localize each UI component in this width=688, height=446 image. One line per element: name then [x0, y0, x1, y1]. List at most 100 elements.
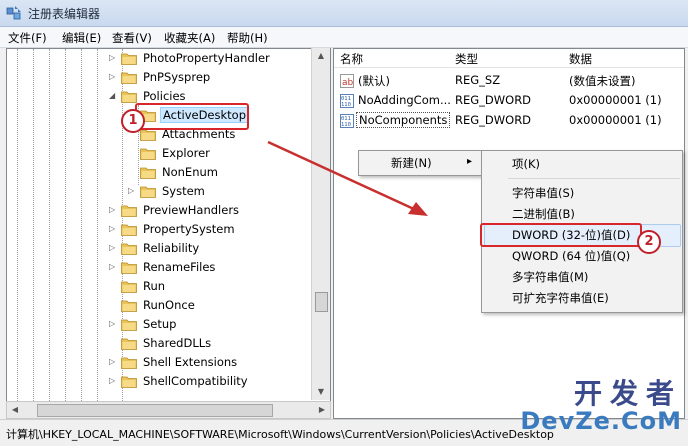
menu-item-new-label: 新建(N) — [391, 156, 432, 170]
tree-item-label: Reliability — [143, 241, 200, 255]
value-data: 0x00000001 (1) — [569, 113, 662, 127]
scroll-left-icon[interactable]: ◀ — [7, 402, 23, 418]
scroll-right-icon[interactable]: ▶ — [314, 402, 330, 418]
tree-expander-icon[interactable]: ▷ — [109, 243, 119, 253]
tree-item-label: PnPSysprep — [143, 70, 211, 84]
tree-item-label: Explorer — [162, 146, 210, 160]
step1-highlight-box — [135, 103, 249, 130]
tree-item-label: Policies — [143, 89, 186, 103]
submenu-arrow-icon: ▸ — [467, 156, 473, 167]
regedit-icon — [6, 6, 21, 20]
folder-icon — [121, 262, 137, 274]
menu-file[interactable]: 文件(F) — [8, 30, 47, 46]
value-type: REG_DWORD — [455, 93, 532, 107]
tree-item-label: NonEnum — [162, 165, 218, 179]
title-bar: 注册表编辑器 — [0, 0, 688, 27]
scroll-up-icon[interactable]: ▲ — [312, 48, 330, 64]
svg-text:110: 110 — [341, 122, 351, 128]
value-name: (默认) — [358, 74, 390, 88]
tree-expander-icon[interactable]: ◢ — [109, 91, 119, 101]
tree-expander-icon[interactable]: ▷ — [128, 186, 138, 196]
column-header-name[interactable]: 名称 — [340, 51, 363, 67]
binary-value-icon: 011 110 — [340, 94, 354, 108]
submenu-item-string[interactable]: 字符串值(S) — [482, 182, 682, 203]
tree-item-label: PhotoPropertyHandler — [143, 51, 270, 65]
submenu-item-key[interactable]: 项(K) — [482, 153, 682, 174]
menu-view[interactable]: 查看(V) — [112, 30, 152, 46]
value-data: 0x00000001 (1) — [569, 93, 662, 107]
svg-text:110: 110 — [341, 102, 351, 108]
value-name: NoAddingCom... — [358, 93, 451, 107]
step2-badge: 2 — [637, 230, 661, 254]
folder-icon — [121, 281, 137, 293]
folder-icon — [140, 186, 156, 198]
folder-icon — [140, 148, 156, 160]
window-title: 注册表编辑器 — [28, 7, 101, 21]
folder-icon — [121, 357, 137, 369]
tree-item-label: RunOnce — [143, 298, 195, 312]
tree-vertical-scrollbar[interactable]: ▲ ▼ — [311, 48, 330, 400]
value-row[interactable]: ab (默认) REG_SZ (数值未设置) — [334, 72, 684, 90]
menu-help[interactable]: 帮助(H) — [227, 30, 268, 46]
tree-expander-icon[interactable]: ▷ — [109, 205, 119, 215]
folder-icon — [140, 167, 156, 179]
string-value-icon: ab — [340, 74, 354, 88]
folder-icon — [121, 91, 137, 103]
submenu-item-binary[interactable]: 二进制值(B) — [482, 203, 682, 224]
tree-expander-icon[interactable]: ▷ — [109, 319, 119, 329]
registry-tree[interactable]: ▷ PhotoPropertyHandler ▷ PnPSysprep ◢ Policie… — [6, 48, 331, 402]
menu-favorites[interactable]: 收藏夹(A) — [164, 30, 215, 46]
folder-icon — [121, 72, 137, 84]
context-menu: 新建(N) ▸ — [358, 150, 482, 176]
value-type: REG_SZ — [455, 73, 501, 87]
submenu-item-expandable-string[interactable]: 可扩充字符串值(E) — [482, 287, 682, 308]
folder-icon — [121, 224, 137, 236]
tree-expander-icon[interactable]: ▷ — [109, 357, 119, 367]
tree-item-label: Shell Extensions — [143, 355, 238, 369]
scroll-thumb[interactable] — [315, 292, 328, 312]
tree-item-label: System — [162, 184, 205, 198]
folder-icon — [121, 338, 137, 350]
registry-path: 计算机\HKEY_LOCAL_MACHINE\SOFTWARE\Microsof… — [6, 428, 554, 441]
column-header-type[interactable]: 类型 — [455, 51, 478, 67]
step1-badge: 1 — [121, 109, 145, 133]
tree-expander-icon[interactable]: ▷ — [109, 53, 119, 63]
menu-edit[interactable]: 编辑(E) — [62, 30, 101, 46]
folder-icon — [121, 53, 137, 65]
tree-item-label: Run — [143, 279, 166, 293]
watermark-line1: 开发者 — [573, 377, 682, 410]
folder-icon — [121, 205, 137, 217]
tree-expander-icon[interactable]: ▷ — [109, 262, 119, 272]
tree-item-label: PreviewHandlers — [143, 203, 240, 217]
tree-expander-icon[interactable]: ▷ — [109, 224, 119, 234]
value-data: (数值未设置) — [569, 74, 636, 88]
tree-item-label: Setup — [143, 317, 177, 331]
svg-text:ab: ab — [342, 78, 354, 88]
tree-horizontal-scrollbar[interactable]: ◀ ▶ — [6, 401, 331, 419]
tree-item-label: RenameFiles — [143, 260, 216, 274]
value-name: NoComponents — [356, 112, 451, 128]
column-header-data[interactable]: 数据 — [569, 51, 592, 67]
hscroll-thumb[interactable] — [37, 404, 273, 417]
folder-icon — [121, 319, 137, 331]
folder-icon — [121, 300, 137, 312]
menu-item-new[interactable]: 新建(N) ▸ — [359, 152, 481, 173]
step2-highlight-box — [480, 223, 642, 247]
folder-icon — [121, 243, 137, 255]
menu-bar: 文件(F) 编辑(E) 查看(V) 收藏夹(A) 帮助(H) — [0, 27, 688, 48]
tree-item-label: PropertySystem — [143, 222, 235, 236]
value-row[interactable]: 011 110 NoComponents REG_DWORD 0x0000000… — [334, 112, 684, 130]
submenu-item-multistring[interactable]: 多字符串值(M) — [482, 266, 682, 287]
value-type: REG_DWORD — [455, 113, 532, 127]
value-row[interactable]: 011 110 NoAddingCom... REG_DWORD 0x00000… — [334, 92, 684, 110]
tree-expander-icon[interactable]: ▷ — [109, 72, 119, 82]
scroll-down-icon[interactable]: ▼ — [312, 384, 330, 400]
tree-expander-icon[interactable]: ▷ — [109, 376, 119, 386]
tree-item-label: SharedDLLs — [143, 336, 212, 350]
tree-item-label: ShellCompatibility — [143, 374, 248, 388]
